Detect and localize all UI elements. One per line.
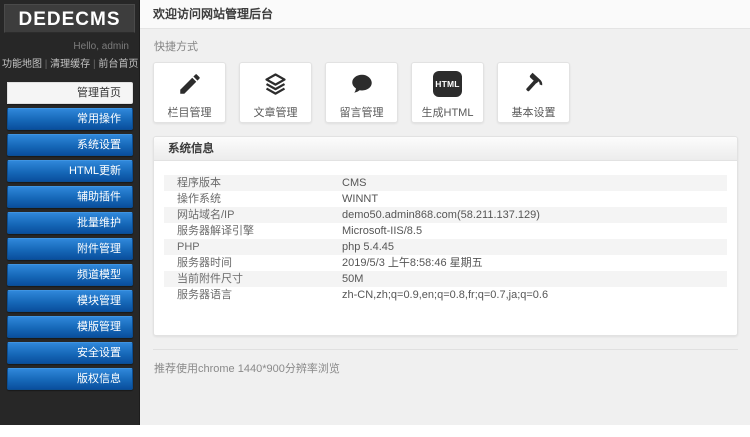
link-clear-cache[interactable]: 清理缓存	[45, 59, 90, 70]
browser-recommendation-note: 推荐使用chrome 1440*900分辨率浏览	[153, 349, 738, 376]
page-title: 欢迎访问网站管理后台	[140, 0, 750, 29]
info-value: WINNT	[342, 193, 379, 205]
link-function-map[interactable]: 功能地图	[2, 59, 42, 70]
info-label: 当前附件尺寸	[177, 273, 243, 285]
sidebar-top-links: 功能地图 清理缓存 前台首页 退出	[0, 53, 167, 76]
hammer-icon	[520, 69, 547, 99]
shortcut-cards: 栏目管理 文章管理 留言管理 HTML 生成HTML 基本设置	[153, 62, 738, 123]
admin-app: DEDECMS Hello, admin 功能地图 清理缓存 前台首页 退出 管…	[0, 0, 750, 425]
card-label: 留言管理	[339, 106, 384, 119]
user-greeting: Hello, admin	[73, 41, 129, 52]
table-row: 网站域名/IP demo50.admin868.com(58.211.137.1…	[164, 207, 727, 223]
table-row: 当前附件尺寸 50M	[164, 271, 727, 287]
sidebar-item-admin-home[interactable]: 管理首页	[7, 82, 133, 104]
info-label: 网站域名/IP	[177, 209, 235, 221]
sidebar-item-batch-maintenance[interactable]: 批量维护	[7, 212, 133, 234]
info-label: 操作系统	[177, 193, 221, 205]
card-basic-settings[interactable]: 基本设置	[497, 62, 570, 123]
sidebar-item-module-manage[interactable]: 模块管理	[7, 290, 133, 312]
main-content: 欢迎访问网站管理后台 快捷方式 栏目管理 文章管理 留言管理 HTML 生成HT…	[140, 0, 750, 425]
info-label: 服务器解译引擎	[177, 225, 254, 237]
card-generate-html[interactable]: HTML 生成HTML	[411, 62, 484, 123]
system-info-panel: 系统信息 程序版本 CMS 操作系统 WINNT 网站域名/IP demo50.…	[153, 136, 738, 336]
link-frontend-home[interactable]: 前台首页	[93, 59, 138, 70]
sidebar-item-channel-model[interactable]: 频道模型	[7, 264, 133, 286]
card-comment-manage[interactable]: 留言管理	[325, 62, 398, 123]
card-label: 生成HTML	[421, 106, 474, 119]
content-body: 快捷方式 栏目管理 文章管理 留言管理 HTML 生成HTML 基本设置 系统信…	[140, 29, 750, 336]
info-label: 服务器语言	[177, 289, 232, 301]
info-value: zh-CN,zh;q=0.9,en;q=0.8,fr;q=0.7,ja;q=0.…	[342, 289, 549, 301]
table-row: 服务器语言 zh-CN,zh;q=0.9,en;q=0.8,fr;q=0.7,j…	[164, 287, 727, 303]
table-row: 操作系统 WINNT	[164, 191, 727, 207]
card-label: 基本设置	[511, 106, 556, 119]
info-value: demo50.admin868.com(58.211.137.129)	[342, 209, 540, 221]
sidebar-item-attachment-manage[interactable]: 附件管理	[7, 238, 133, 260]
system-info-table: 程序版本 CMS 操作系统 WINNT 网站域名/IP demo50.admin…	[164, 175, 727, 303]
shortcuts-label: 快捷方式	[154, 41, 198, 53]
card-label: 文章管理	[253, 106, 298, 119]
sidebar-item-copyright-info[interactable]: 版权信息	[7, 368, 133, 390]
sidebar-item-security-settings[interactable]: 安全设置	[7, 342, 133, 364]
table-row: 服务器时间 2019/5/3 上午8:58:46 星期五	[164, 255, 727, 271]
html-badge-text: HTML	[433, 70, 462, 97]
info-value: Microsoft-IIS/8.5	[342, 225, 423, 237]
info-value: php 5.4.45	[342, 241, 394, 253]
sidebar-item-system-settings[interactable]: 系统设置	[7, 134, 133, 156]
documents-stack-icon	[262, 69, 289, 99]
table-row: 服务器解译引擎 Microsoft-IIS/8.5	[164, 223, 727, 239]
info-value: 50M	[342, 273, 364, 285]
sidebar: DEDECMS Hello, admin 功能地图 清理缓存 前台首页 退出 管…	[0, 0, 167, 425]
card-column-manage[interactable]: 栏目管理	[153, 62, 226, 123]
card-label: 栏目管理	[167, 106, 212, 119]
sidebar-item-template-manage[interactable]: 模版管理	[7, 316, 133, 338]
sidebar-menu: 管理首页 常用操作 系统设置 HTML更新 辅助插件 批量维护 附件管理 频道模…	[0, 76, 139, 390]
sidebar-item-common-operations[interactable]: 常用操作	[7, 108, 133, 130]
dedecms-logo: DEDECMS	[4, 4, 135, 33]
speech-bubble-icon	[349, 69, 375, 99]
table-row: 程序版本 CMS	[164, 175, 727, 191]
sidebar-item-auxiliary-plugins[interactable]: 辅助插件	[7, 186, 133, 208]
card-article-manage[interactable]: 文章管理	[239, 62, 312, 123]
html-badge-icon: HTML	[433, 69, 462, 99]
info-label: 程序版本	[177, 177, 221, 189]
info-label: 服务器时间	[177, 257, 232, 269]
system-info-title: 系统信息	[154, 137, 737, 161]
sidebar-item-html-update[interactable]: HTML更新	[7, 160, 133, 182]
info-value: CMS	[342, 177, 367, 189]
table-row: PHP php 5.4.45	[164, 239, 727, 255]
info-label: PHP	[177, 241, 200, 253]
info-value: 2019/5/3 上午8:58:46 星期五	[342, 257, 483, 269]
pencil-icon	[177, 69, 203, 99]
